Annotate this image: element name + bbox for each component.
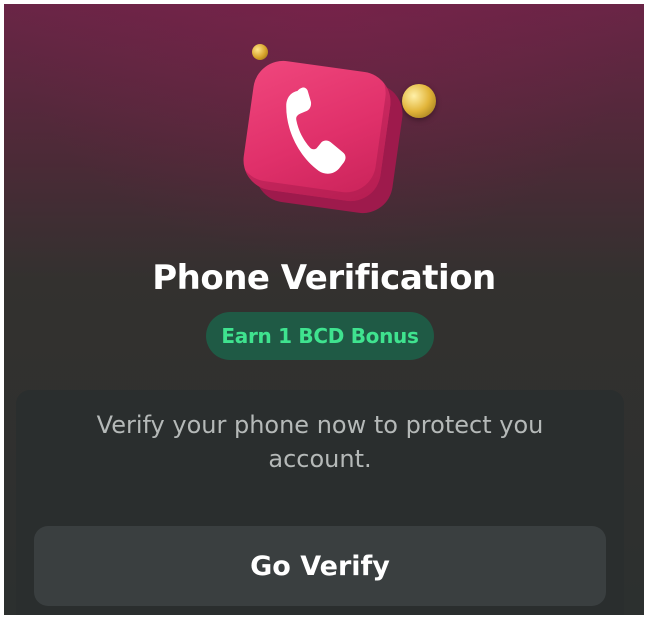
go-verify-label: Go Verify	[250, 550, 390, 582]
bonus-badge-label: Earn 1 BCD Bonus	[221, 324, 419, 348]
verification-description: Verify your phone now to protect you acc…	[96, 411, 544, 473]
gold-coin-small-icon	[252, 44, 268, 60]
content-panel: Verify your phone now to protect you acc…	[16, 390, 624, 615]
phone-verification-dialog: Phone Verification Earn 1 BCD Bonus Veri…	[4, 4, 644, 615]
dialog-title: Phone Verification	[152, 258, 496, 298]
hero-illustration	[234, 44, 444, 224]
go-verify-button[interactable]: Go Verify	[34, 526, 606, 606]
gold-coin-large-icon	[402, 84, 436, 118]
bonus-badge: Earn 1 BCD Bonus	[206, 312, 434, 360]
phone-icon	[286, 87, 346, 174]
